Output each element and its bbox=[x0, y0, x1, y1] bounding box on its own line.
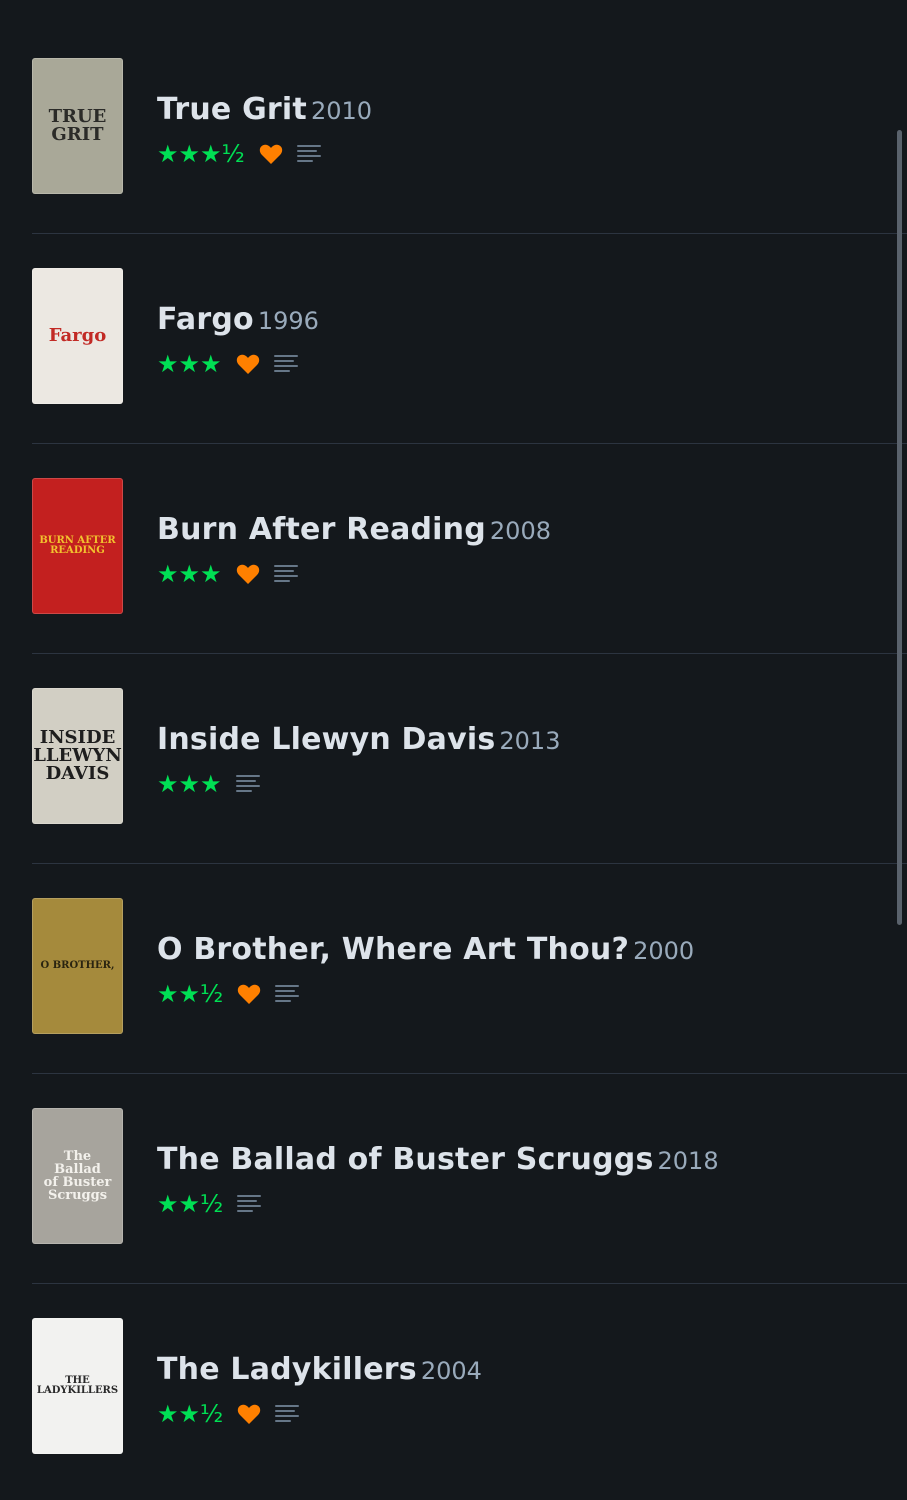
film-title[interactable]: Burn After Reading bbox=[157, 512, 486, 547]
review-lines-icon bbox=[237, 1195, 262, 1212]
film-meta: ★★★½ bbox=[157, 141, 372, 167]
film-info: O Brother, Where Art Thou? 2000 ★★½ bbox=[157, 932, 694, 1007]
heart-icon bbox=[238, 1404, 261, 1424]
film-poster[interactable]: TRUE GRIT bbox=[32, 58, 123, 194]
film-row[interactable]: The Ballad of Buster Scruggs The Ballad … bbox=[32, 1074, 907, 1284]
film-title[interactable]: O Brother, Where Art Thou? bbox=[157, 932, 629, 967]
film-info: The Ballad of Buster Scruggs 2018 ★★½ bbox=[157, 1142, 719, 1217]
review-lines-icon bbox=[235, 775, 260, 792]
poster-title-text: Fargo bbox=[48, 325, 107, 346]
scrollbar[interactable] bbox=[897, 130, 902, 925]
poster-title-text: BURN AFTER READING bbox=[39, 535, 116, 556]
film-year[interactable]: 1996 bbox=[258, 307, 319, 335]
heart-icon bbox=[236, 354, 259, 374]
film-poster[interactable]: INSIDE LLEWYN DAVIS bbox=[32, 688, 123, 824]
poster-title-text: INSIDE LLEWYN DAVIS bbox=[33, 727, 122, 784]
star-rating: ★★½ bbox=[157, 1190, 224, 1218]
title-line: The Ballad of Buster Scruggs 2018 bbox=[157, 1142, 719, 1183]
film-row[interactable]: THE LADYKILLERS The Ladykillers 2004 ★★½ bbox=[32, 1284, 907, 1494]
film-meta: ★★½ bbox=[157, 1191, 719, 1217]
film-info: Burn After Reading 2008 ★★★ bbox=[157, 512, 551, 587]
review-lines-icon bbox=[275, 1405, 300, 1422]
film-list: TRUE GRIT True Grit 2010 ★★★½ Fargo Farg… bbox=[32, 24, 907, 1494]
film-meta: ★★★ bbox=[157, 561, 551, 587]
review-lines-icon bbox=[296, 145, 321, 162]
film-poster[interactable]: The Ballad of Buster Scruggs bbox=[32, 1108, 123, 1244]
star-rating: ★★½ bbox=[157, 1400, 224, 1428]
star-rating: ★★★ bbox=[157, 560, 222, 588]
film-row[interactable]: BURN AFTER READING Burn After Reading 200… bbox=[32, 444, 907, 654]
title-line: Fargo 1996 bbox=[157, 302, 319, 343]
film-poster[interactable]: O BROTHER, bbox=[32, 898, 123, 1034]
title-line: Inside Llewyn Davis 2013 bbox=[157, 722, 560, 763]
film-year[interactable]: 2013 bbox=[499, 727, 560, 755]
film-meta: ★★★ bbox=[157, 351, 319, 377]
poster-title-text: THE LADYKILLERS bbox=[36, 1375, 119, 1396]
star-rating: ★★½ bbox=[157, 980, 224, 1008]
review-lines-icon bbox=[273, 355, 298, 372]
film-info: Inside Llewyn Davis 2013 ★★★ bbox=[157, 722, 560, 797]
star-rating: ★★★ bbox=[157, 770, 222, 798]
film-row[interactable]: INSIDE LLEWYN DAVIS Inside Llewyn Davis 2… bbox=[32, 654, 907, 864]
film-row[interactable]: TRUE GRIT True Grit 2010 ★★★½ bbox=[32, 24, 907, 234]
film-meta: ★★★ bbox=[157, 771, 560, 797]
film-row[interactable]: Fargo Fargo 1996 ★★★ bbox=[32, 234, 907, 444]
title-line: True Grit 2010 bbox=[157, 92, 372, 133]
title-line: O Brother, Where Art Thou? 2000 bbox=[157, 932, 694, 973]
film-year[interactable]: 2000 bbox=[633, 937, 694, 965]
film-poster[interactable]: BURN AFTER READING bbox=[32, 478, 123, 614]
film-year[interactable]: 2008 bbox=[490, 517, 551, 545]
poster-title-text: O BROTHER, bbox=[40, 960, 115, 971]
film-poster[interactable]: THE LADYKILLERS bbox=[32, 1318, 123, 1454]
heart-icon bbox=[259, 144, 283, 164]
poster-title-text: The Ballad of Buster Scruggs bbox=[43, 1149, 112, 1203]
heart-icon bbox=[236, 564, 259, 584]
title-line: The Ladykillers 2004 bbox=[157, 1352, 482, 1393]
star-rating: ★★★ bbox=[157, 350, 222, 378]
film-title[interactable]: Inside Llewyn Davis bbox=[157, 722, 495, 757]
film-row[interactable]: O BROTHER, O Brother, Where Art Thou? 200… bbox=[32, 864, 907, 1074]
star-rating: ★★★½ bbox=[157, 140, 245, 168]
film-poster[interactable]: Fargo bbox=[32, 268, 123, 404]
review-lines-icon bbox=[273, 565, 298, 582]
film-meta: ★★½ bbox=[157, 1401, 482, 1427]
film-year[interactable]: 2018 bbox=[658, 1147, 719, 1175]
film-title[interactable]: The Ladykillers bbox=[157, 1352, 417, 1387]
film-info: Fargo 1996 ★★★ bbox=[157, 302, 319, 377]
film-title[interactable]: The Ballad of Buster Scruggs bbox=[157, 1142, 654, 1177]
film-title[interactable]: True Grit bbox=[157, 92, 307, 127]
film-year[interactable]: 2004 bbox=[421, 1357, 482, 1385]
film-info: True Grit 2010 ★★★½ bbox=[157, 92, 372, 167]
film-year[interactable]: 2010 bbox=[311, 97, 372, 125]
title-line: Burn After Reading 2008 bbox=[157, 512, 551, 553]
film-info: The Ladykillers 2004 ★★½ bbox=[157, 1352, 482, 1427]
film-title[interactable]: Fargo bbox=[157, 302, 254, 337]
heart-icon bbox=[238, 984, 261, 1004]
review-lines-icon bbox=[275, 985, 300, 1002]
poster-title-text: TRUE GRIT bbox=[48, 106, 107, 145]
film-meta: ★★½ bbox=[157, 981, 694, 1007]
